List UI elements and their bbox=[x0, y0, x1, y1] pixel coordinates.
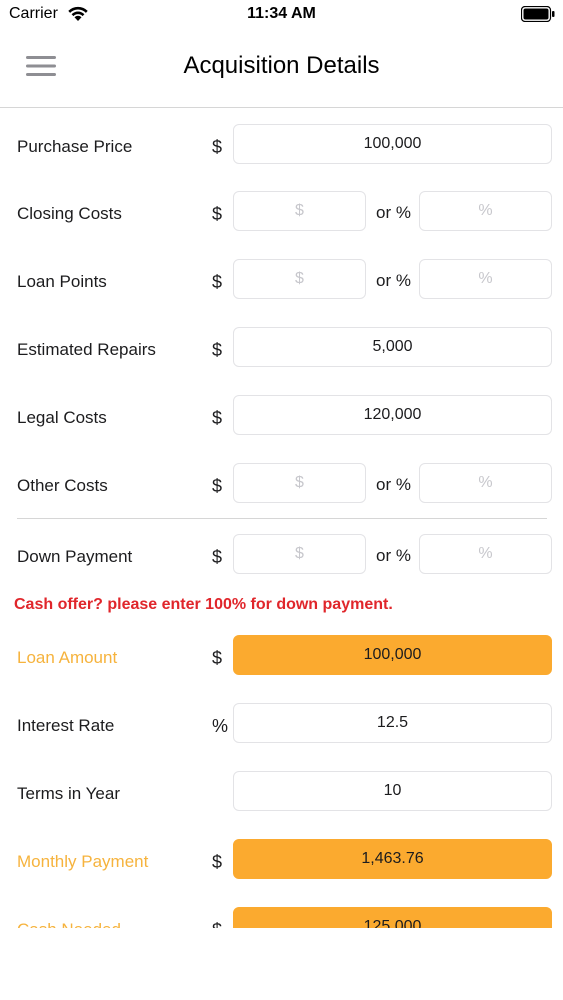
cash-offer-warning: Cash offer? please enter 100% for down p… bbox=[14, 596, 393, 613]
loan-amount-value: 100,000 bbox=[233, 635, 552, 675]
closing-costs-dollar-input[interactable] bbox=[233, 191, 366, 231]
interest-rate-input[interactable] bbox=[233, 703, 552, 743]
legal-costs-input[interactable] bbox=[233, 395, 552, 435]
dollar-unit-label: $ bbox=[212, 648, 223, 668]
down-payment-label: Down Payment bbox=[17, 547, 133, 566]
loan-amount-label: Loan Amount bbox=[17, 648, 118, 667]
acquisition-details-screen: Carrier 11:34 AM Acquisition Details Pur… bbox=[0, 0, 563, 1000]
or-percent-label: or % bbox=[376, 203, 411, 222]
loan-points-dollar-input[interactable] bbox=[233, 259, 366, 299]
down-payment-dollar-input[interactable] bbox=[233, 534, 366, 574]
other-costs-percent-input[interactable] bbox=[419, 463, 552, 503]
estimated-repairs-row: Estimated Repairs $ bbox=[0, 327, 563, 371]
terms-in-year-row: Terms in Year bbox=[0, 771, 563, 815]
cash-needed-label: Cash Needed bbox=[17, 920, 121, 928]
dollar-unit-label: $ bbox=[212, 408, 223, 428]
or-percent-label: or % bbox=[376, 271, 411, 290]
dollar-unit-label: $ bbox=[212, 476, 223, 496]
purchase-price-label: Purchase Price bbox=[17, 137, 133, 156]
or-percent-label: or % bbox=[376, 475, 411, 494]
dollar-unit-label: $ bbox=[212, 137, 223, 157]
terms-in-year-label: Terms in Year bbox=[17, 784, 120, 803]
other-costs-dollar-input[interactable] bbox=[233, 463, 366, 503]
cash-needed-row: Cash Needed $ 125,000 bbox=[0, 907, 563, 928]
legal-costs-row: Legal Costs $ bbox=[0, 395, 563, 439]
other-costs-row: Other Costs $ or % bbox=[0, 463, 563, 507]
loan-amount-row: Loan Amount $ 100,000 bbox=[0, 635, 563, 679]
monthly-payment-label: Monthly Payment bbox=[17, 852, 149, 871]
interest-rate-label: Interest Rate bbox=[17, 716, 115, 735]
purchase-price-input[interactable] bbox=[233, 124, 552, 164]
dollar-unit-label: $ bbox=[212, 547, 223, 567]
down-payment-row: Down Payment $ or % bbox=[0, 534, 563, 578]
dollar-unit-label: $ bbox=[212, 340, 223, 360]
closing-costs-percent-input[interactable] bbox=[419, 191, 552, 231]
estimated-repairs-input[interactable] bbox=[233, 327, 552, 367]
navigation-bar: Acquisition Details bbox=[0, 30, 563, 108]
estimated-repairs-label: Estimated Repairs bbox=[17, 340, 156, 359]
dollar-unit-label: $ bbox=[212, 852, 223, 872]
legal-costs-label: Legal Costs bbox=[17, 408, 107, 427]
closing-costs-label: Closing Costs bbox=[17, 204, 122, 223]
status-time: 11:34 AM bbox=[247, 5, 316, 22]
down-payment-percent-input[interactable] bbox=[419, 534, 552, 574]
status-bar: Carrier 11:34 AM bbox=[0, 0, 563, 30]
interest-rate-row: Interest Rate % bbox=[0, 703, 563, 747]
closing-costs-row: Closing Costs $ or % bbox=[0, 191, 563, 235]
terms-in-year-input[interactable] bbox=[233, 771, 552, 811]
monthly-payment-value: 1,463.76 bbox=[233, 839, 552, 879]
or-percent-label: or % bbox=[376, 546, 411, 565]
battery-icon bbox=[521, 6, 555, 22]
other-costs-label: Other Costs bbox=[17, 476, 108, 495]
dollar-unit-label: $ bbox=[212, 204, 223, 224]
loan-points-row: Loan Points $ or % bbox=[0, 259, 563, 303]
dollar-unit-label: $ bbox=[212, 272, 223, 292]
loan-points-percent-input[interactable] bbox=[419, 259, 552, 299]
percent-unit-label: % bbox=[212, 716, 229, 736]
loan-points-label: Loan Points bbox=[17, 272, 107, 291]
monthly-payment-row: Monthly Payment $ 1,463.76 bbox=[0, 839, 563, 883]
cash-needed-value: 125,000 bbox=[233, 907, 552, 928]
dollar-unit-label: $ bbox=[212, 920, 222, 928]
acquisition-form: Purchase Price $ Closing Costs $ or % Lo… bbox=[0, 108, 563, 928]
purchase-price-row: Purchase Price $ bbox=[0, 124, 563, 168]
section-divider bbox=[17, 518, 547, 519]
page-title: Acquisition Details bbox=[183, 52, 380, 79]
